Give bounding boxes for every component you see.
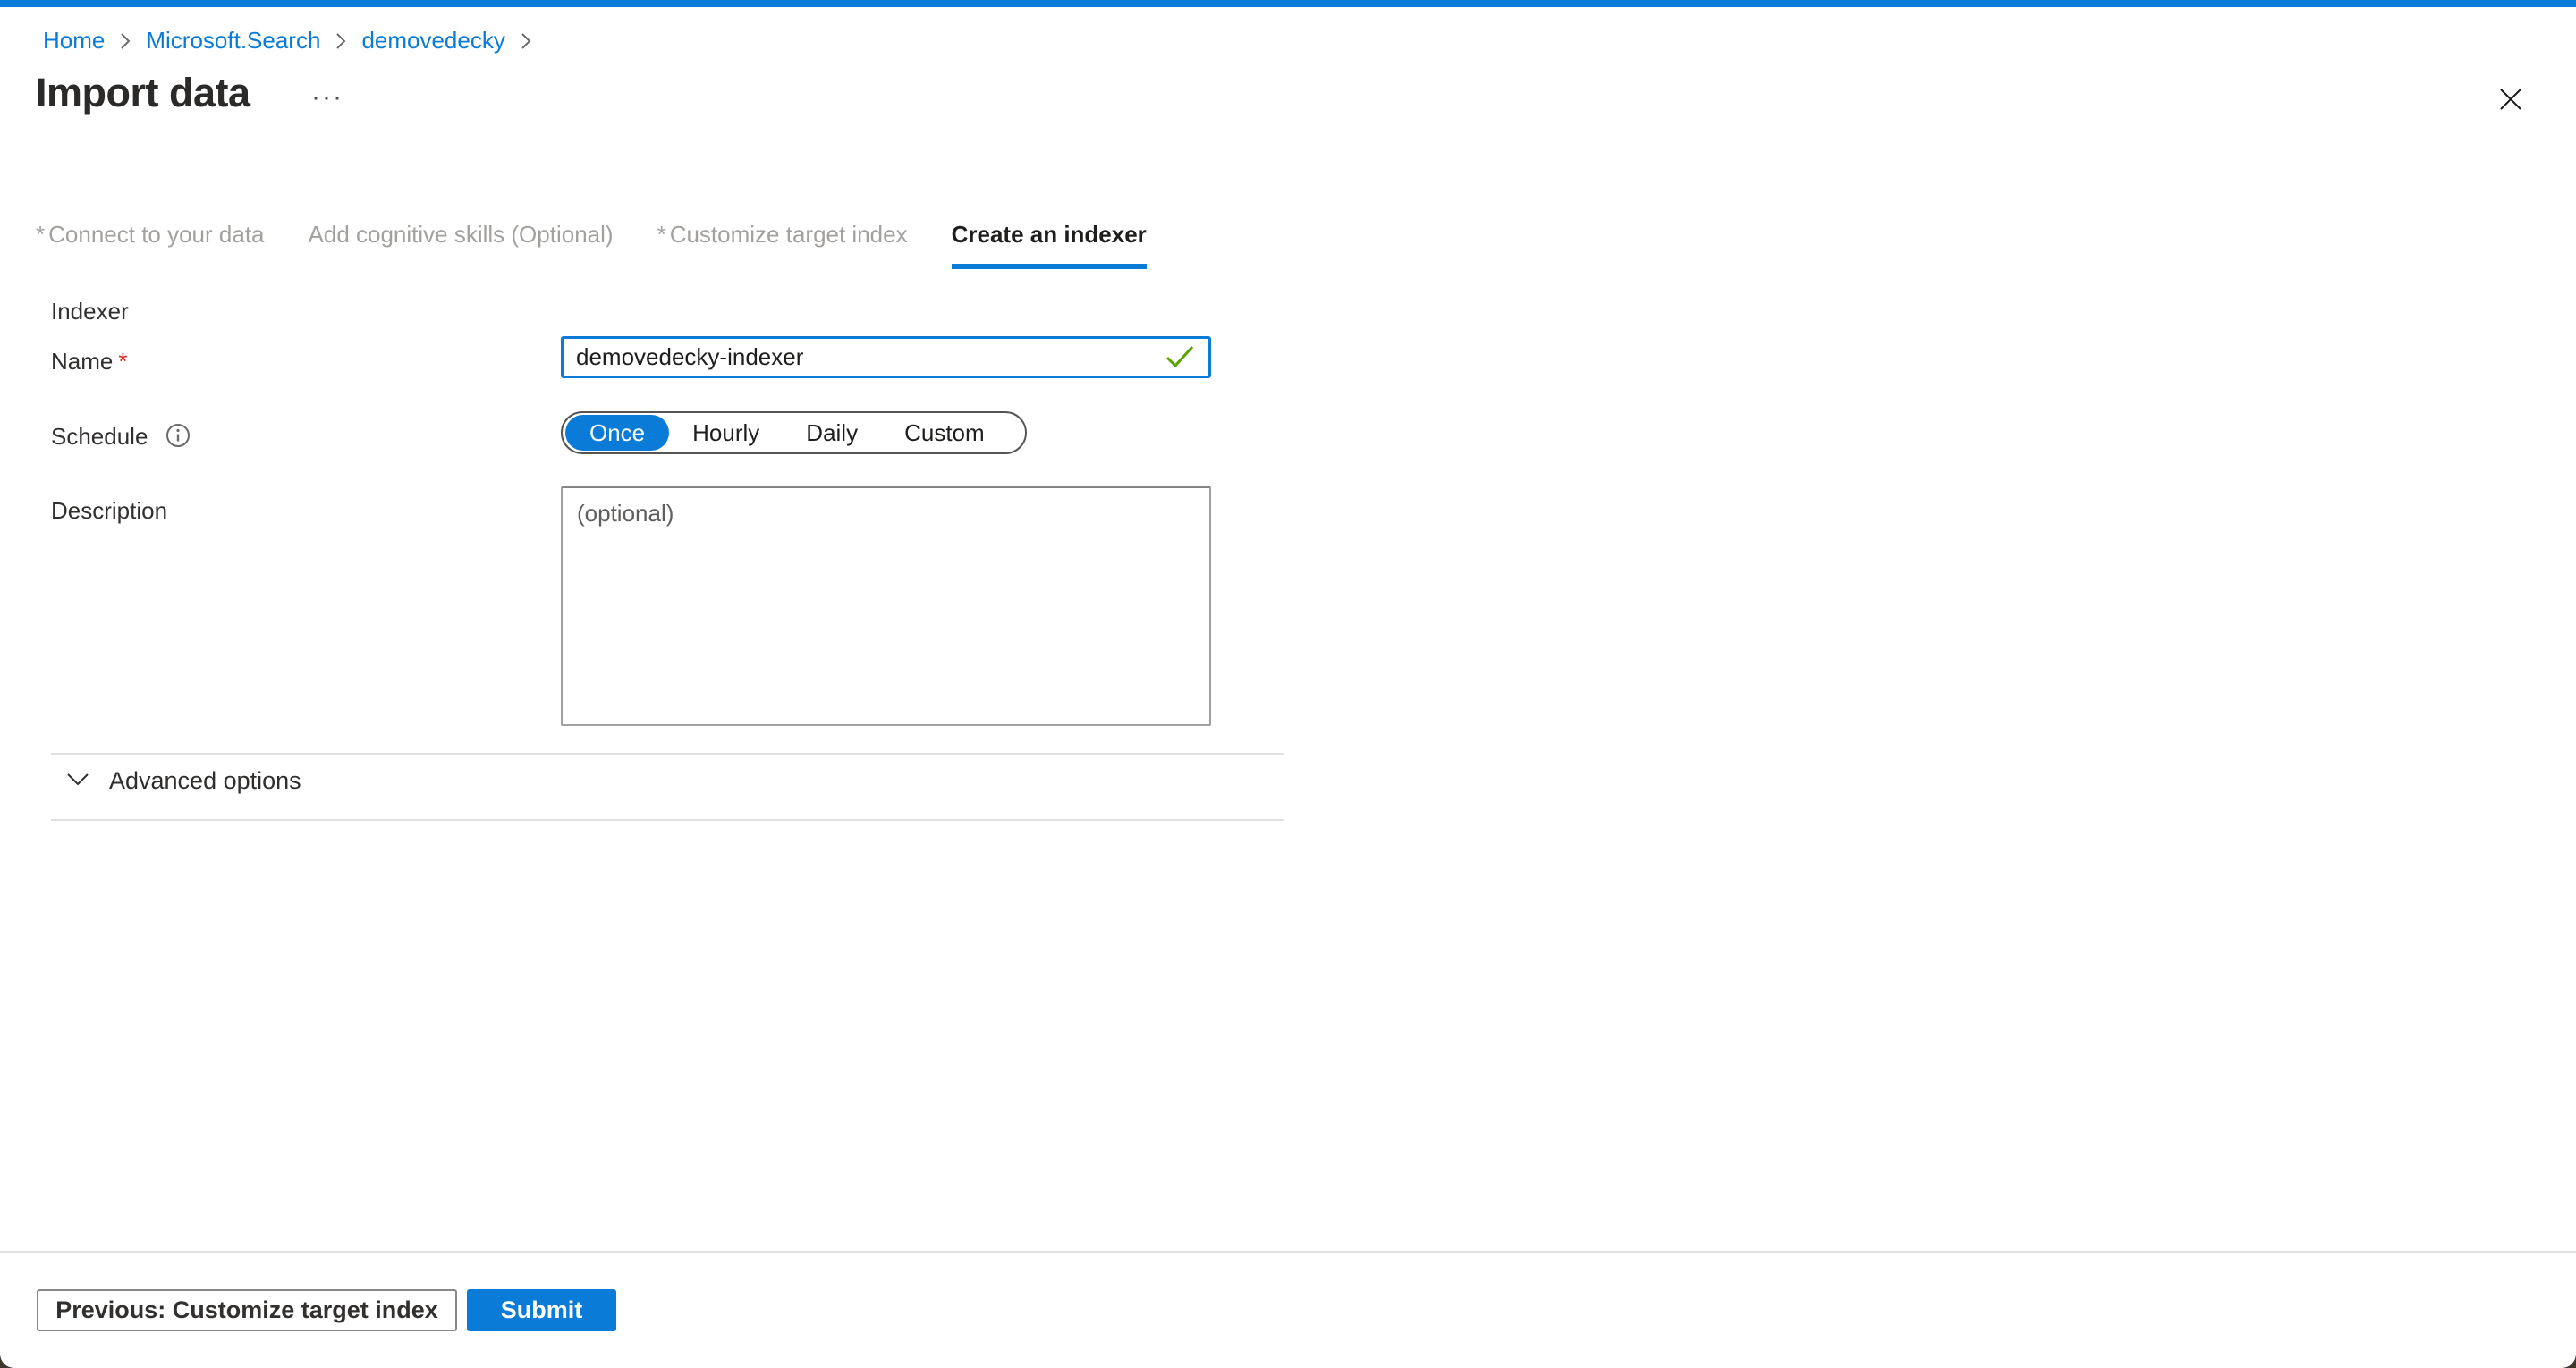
advanced-options-label: Advanced options xyxy=(109,767,301,795)
chevron-right-icon xyxy=(118,31,132,51)
valid-check-icon xyxy=(1165,343,1195,375)
tab-add-cognitive-skills[interactable]: Add cognitive skills (Optional) xyxy=(309,221,614,269)
close-icon xyxy=(2498,87,2523,114)
name-label: Name* xyxy=(51,348,127,376)
required-asterisk: * xyxy=(657,221,666,248)
footer-divider xyxy=(0,1251,2576,1253)
wizard-tabs: *Connect to your data Add cognitive skil… xyxy=(36,221,1147,269)
top-accent-bar xyxy=(0,0,2576,7)
divider xyxy=(51,819,1284,821)
page-title: Import data xyxy=(36,70,250,116)
required-asterisk: * xyxy=(36,221,45,248)
chevron-right-icon xyxy=(334,31,348,51)
tab-label: Add cognitive skills (Optional) xyxy=(309,221,614,248)
schedule-toggle-group: Once Hourly Daily Custom xyxy=(561,411,1027,454)
schedule-option-once[interactable]: Once xyxy=(565,415,669,451)
indexer-name-input[interactable] xyxy=(561,336,1211,378)
chevron-right-icon xyxy=(519,31,533,51)
breadcrumb: Home Microsoft.Search demovedecky xyxy=(43,27,533,55)
info-icon[interactable] xyxy=(165,423,191,454)
tab-label: Connect to your data xyxy=(48,221,264,248)
tab-label: Create an indexer xyxy=(952,221,1147,248)
breadcrumb-demovedecky[interactable]: demovedecky xyxy=(361,27,504,55)
divider xyxy=(51,753,1284,755)
previous-step-button[interactable]: Previous: Customize target index xyxy=(37,1289,457,1331)
indexer-section-label: Indexer xyxy=(51,298,129,325)
breadcrumb-home[interactable]: Home xyxy=(43,27,105,55)
tab-label: Customize target index xyxy=(670,221,908,248)
import-data-blade: Home Microsoft.Search demovedecky Import… xyxy=(0,0,2576,1368)
description-textarea[interactable] xyxy=(561,486,1211,726)
tab-customize-target-index[interactable]: *Customize target index xyxy=(657,221,908,269)
chevron-down-icon xyxy=(64,771,91,791)
submit-button[interactable]: Submit xyxy=(467,1289,616,1331)
screen: Home Microsoft.Search demovedecky Import… xyxy=(0,0,2576,1368)
advanced-options-toggle[interactable]: Advanced options xyxy=(64,767,301,795)
description-label: Description xyxy=(51,497,167,525)
schedule-option-custom[interactable]: Custom xyxy=(881,415,1008,451)
schedule-option-daily[interactable]: Daily xyxy=(783,415,881,451)
tab-connect-to-your-data[interactable]: *Connect to your data xyxy=(36,221,265,269)
breadcrumb-microsoft-search[interactable]: Microsoft.Search xyxy=(146,27,320,55)
schedule-option-hourly[interactable]: Hourly xyxy=(669,415,783,451)
tab-create-an-indexer[interactable]: Create an indexer xyxy=(952,221,1147,269)
close-button[interactable] xyxy=(2489,79,2532,122)
schedule-label: Schedule xyxy=(51,423,191,454)
name-label-text: Name xyxy=(51,348,113,375)
more-options-icon[interactable]: ··· xyxy=(311,82,343,113)
schedule-label-text: Schedule xyxy=(51,423,148,450)
required-asterisk: * xyxy=(118,348,127,375)
